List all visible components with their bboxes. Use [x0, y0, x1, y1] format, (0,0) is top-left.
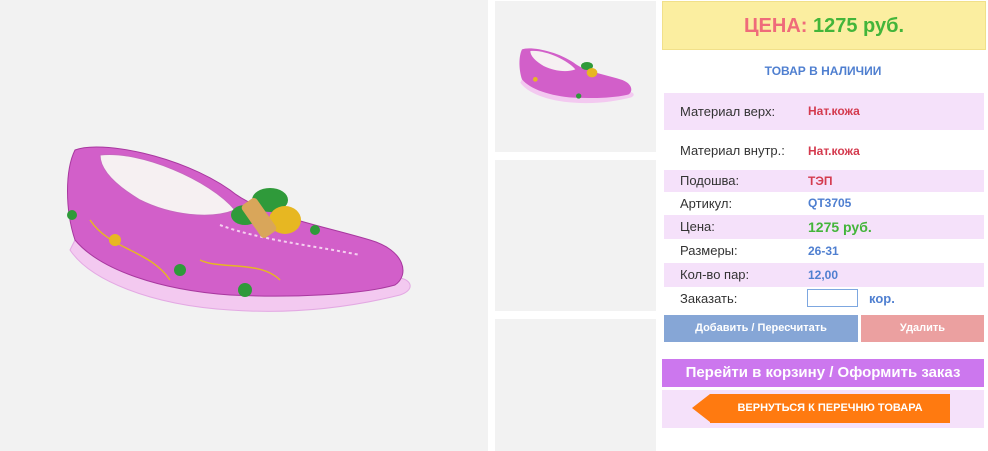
spec-label: Материал внутр.: [680, 143, 785, 158]
spec-label: Подошва: [680, 173, 740, 188]
thumbnail-1[interactable] [495, 1, 656, 152]
spec-label: Материал верх: [680, 104, 776, 119]
price-box: ЦЕНА: 1275 руб. [662, 1, 986, 50]
quantity-input[interactable] [807, 289, 858, 307]
spec-value: Нат.кожа [808, 104, 860, 118]
spec-value: 1275 руб. [808, 219, 872, 235]
price-value: 1275 руб. [813, 15, 905, 37]
spec-row: Артикул: QT3705 [664, 192, 984, 215]
spec-label: Размеры: [680, 243, 738, 258]
add-recalculate-button[interactable]: Добавить / Пересчитать [664, 315, 858, 342]
spec-row: Материал внутр.: Нат.кожа [664, 134, 984, 168]
spec-row: Цена: 1275 руб. [664, 215, 984, 239]
price-label: ЦЕНА: [743, 15, 808, 37]
stock-status: ТОВАР В НАЛИЧИИ [764, 64, 882, 78]
spec-label: Кол-во пар: [680, 267, 750, 282]
quantity-unit: кор. [869, 291, 895, 306]
delete-button[interactable]: Удалить [861, 315, 984, 342]
spec-value: QT3705 [808, 196, 852, 210]
thumbnail-3[interactable] [495, 319, 656, 451]
shoe-thumbnail [519, 48, 634, 104]
spec-value: Нат.кожа [808, 144, 860, 158]
back-to-list-button[interactable]: ВЕРНУТЬСЯ К ПЕРЕЧНЮ ТОВАРА [710, 394, 950, 423]
spec-row: Размеры: 26-31 [664, 239, 984, 263]
spec-row: Подошва: ТЭП [664, 170, 984, 192]
spec-value: 26-31 [808, 244, 839, 258]
main-product-image[interactable] [0, 0, 488, 451]
spec-label: Цена: [680, 219, 715, 234]
thumbnail-2[interactable] [495, 160, 656, 311]
spec-row: Материал верх: Нат.кожа [664, 93, 984, 130]
spec-value: ТЭП [808, 174, 833, 188]
spec-value: 12,00 [808, 268, 839, 282]
spec-row: Кол-во пар: 12,00 [664, 263, 984, 287]
back-arrow-icon[interactable] [692, 394, 710, 422]
order-label: Заказать: [680, 291, 738, 306]
spec-label: Артикул: [680, 196, 733, 211]
shoe-image [67, 146, 411, 312]
go-to-cart-button[interactable]: Перейти в корзину / Оформить заказ [662, 359, 984, 387]
